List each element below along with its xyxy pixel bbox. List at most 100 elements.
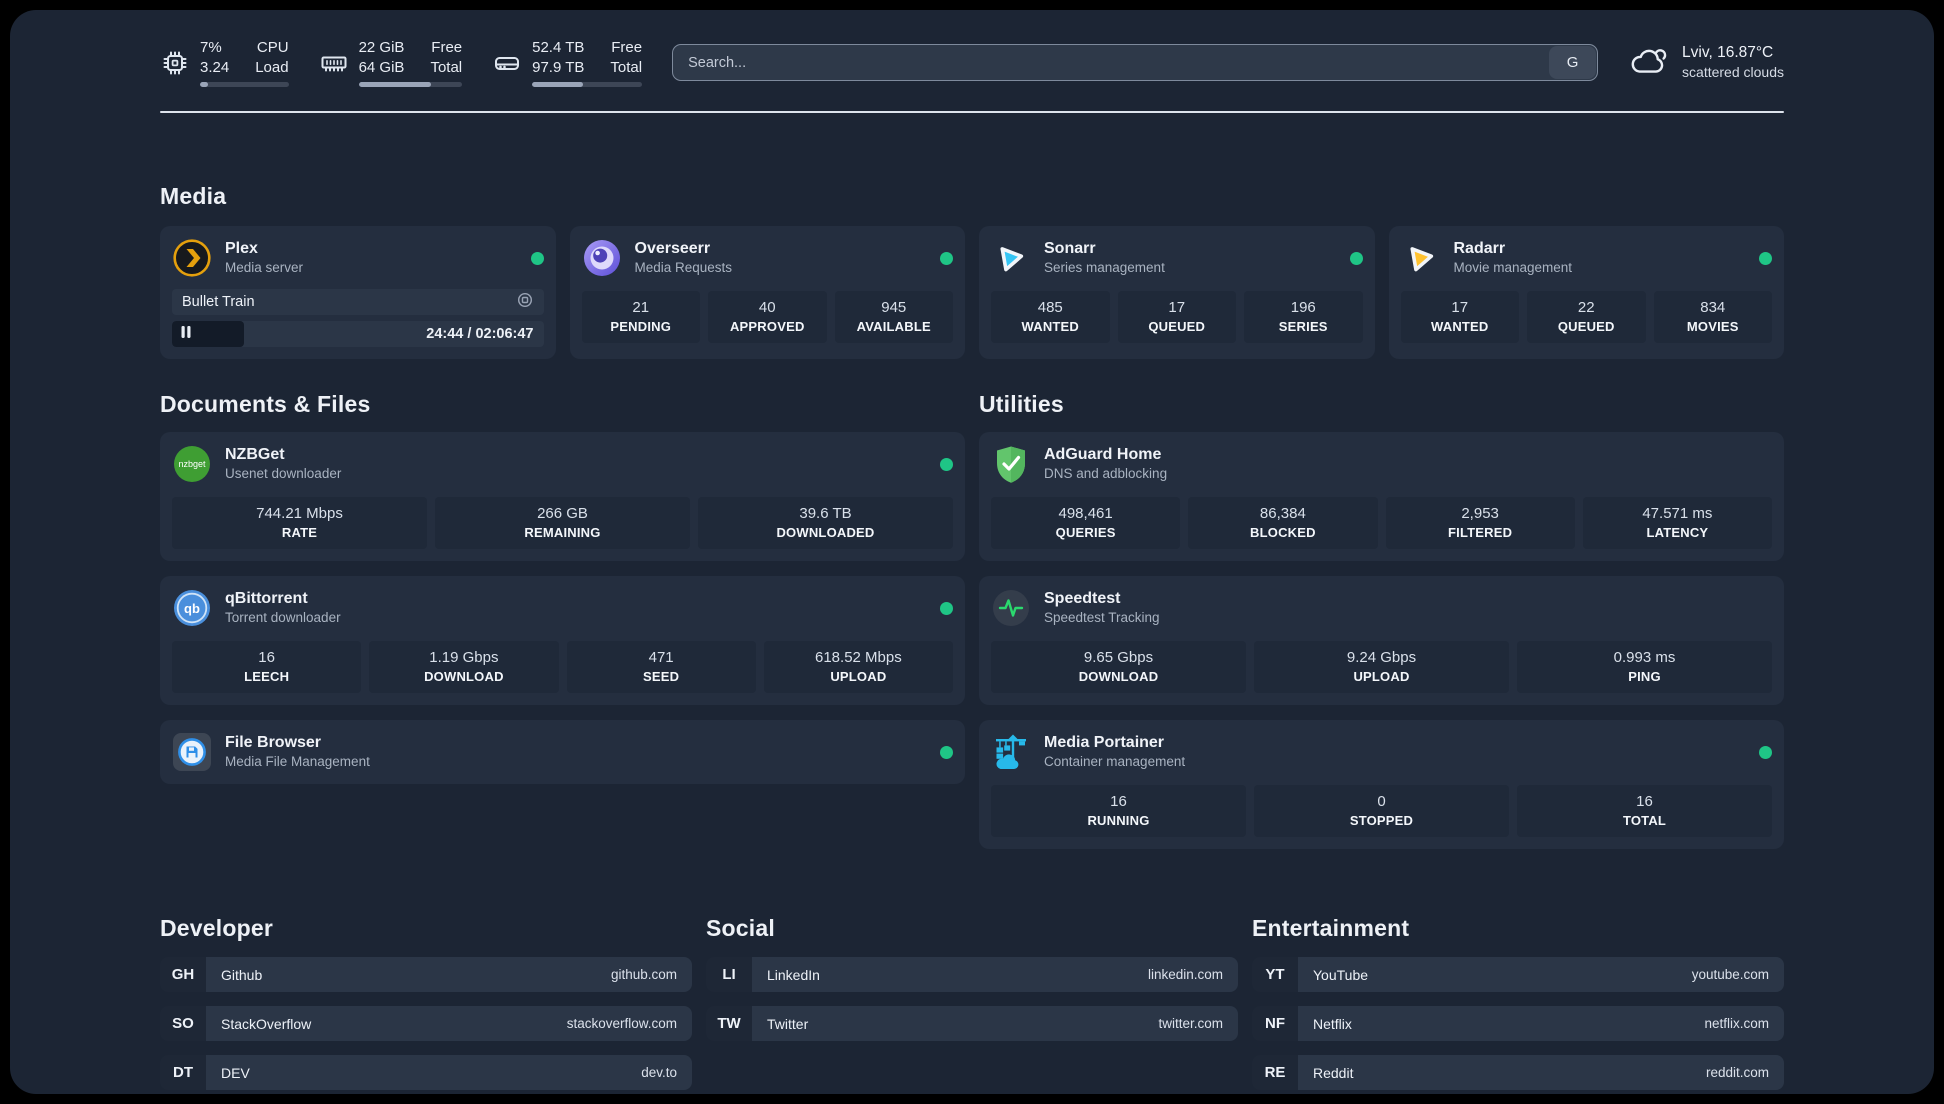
- bookmark-url: github.com: [610, 967, 677, 982]
- bookmark-abbr-badge: DT: [160, 1055, 206, 1090]
- stat-box: 744.21 Mbps RATE: [172, 497, 427, 549]
- app-card-qbittorrent[interactable]: qb qBittorrent Torrent downloader 16 LEE…: [160, 576, 965, 705]
- section-title-entertainment: Entertainment: [1252, 915, 1410, 941]
- memory-progressbar: [358, 82, 463, 87]
- cloud-icon: [1628, 39, 1670, 86]
- stat-value: 471: [648, 649, 674, 666]
- stat-value: 39.6 TB: [799, 505, 852, 522]
- playback-progress-fill: [172, 321, 245, 347]
- app-card-sonarr[interactable]: Sonarr Series management 485 WANTED 17 Q…: [979, 226, 1375, 359]
- app-card-radarr[interactable]: Radarr Movie management 17 WANTED 22 QUE…: [1388, 226, 1784, 359]
- stat-label: LEECH: [244, 669, 290, 684]
- app-card-portainer[interactable]: Media Portainer Container management 16 …: [979, 720, 1784, 849]
- memory-total-label: Total: [430, 58, 463, 76]
- status-dot: [1349, 251, 1363, 265]
- section-documents: Documents & Files nzbget NZBGet Usenet d…: [160, 391, 965, 784]
- bookmark-abbr-badge: RE: [1252, 1055, 1298, 1090]
- bookmark-link[interactable]: DT DEV dev.to: [160, 1055, 692, 1090]
- app-name: AdGuard Home: [1044, 446, 1162, 464]
- disk-progressbar: [532, 82, 643, 87]
- plex-icon: [172, 238, 212, 278]
- bookmark-link[interactable]: TW Twitter twitter.com: [706, 1006, 1238, 1041]
- sonarr-icon: [991, 238, 1031, 278]
- stat-value: 47.571 ms: [1642, 505, 1713, 522]
- stat-label: BLOCKED: [1250, 525, 1316, 540]
- search-engine-button[interactable]: G: [1549, 46, 1597, 79]
- weather-widget: Lviv, 16.87°C scattered clouds: [1628, 39, 1784, 86]
- stat-value: 196: [1290, 299, 1316, 316]
- disk-total-label: Total: [610, 58, 643, 76]
- app-card-nzbget[interactable]: nzbget NZBGet Usenet downloader 744.21 M…: [160, 432, 965, 561]
- bookmark-url: netflix.com: [1704, 1016, 1769, 1031]
- status-dot: [940, 601, 953, 615]
- bookmark-name: Github: [221, 966, 263, 983]
- stat-box: 618.52 Mbps UPLOAD: [763, 641, 953, 693]
- stat-value: 22: [1577, 299, 1595, 316]
- bookmark-abbr-badge: NF: [1252, 1006, 1298, 1041]
- stat-box: 498,461 QUERIES: [991, 497, 1181, 549]
- section-title-utilities: Utilities: [979, 391, 1064, 417]
- stat-box: 266 GB REMAINING: [435, 497, 690, 549]
- search-input[interactable]: [673, 45, 1549, 80]
- bookmark-link[interactable]: GH Github github.com: [160, 957, 692, 992]
- status-dot: [940, 745, 953, 759]
- cpu-load-value: 3.24: [200, 58, 230, 76]
- stat-box: 40 APPROVED: [708, 291, 827, 343]
- disk-total-value: 97.9 TB: [532, 58, 585, 76]
- bookmark-group-social: Social LI LinkedIn linkedin.com TW Twitt…: [706, 915, 1238, 1041]
- weather-location-temp: Lviv, 16.87°C: [1682, 44, 1774, 62]
- disk-widget: 52.4 TB 97.9 TB Free Total: [492, 38, 643, 87]
- bookmark-link[interactable]: RE Reddit reddit.com: [1252, 1055, 1784, 1090]
- bookmark-link[interactable]: LI LinkedIn linkedin.com: [706, 957, 1238, 992]
- bookmark-abbr-badge: SO: [160, 1006, 206, 1041]
- stat-value: 485: [1037, 299, 1063, 316]
- app-card-filebrowser[interactable]: File Browser Media File Management: [160, 720, 965, 784]
- bookmark-url: linkedin.com: [1147, 967, 1223, 982]
- stat-box: 0 STOPPED: [1254, 785, 1509, 837]
- stat-value: 17: [1451, 299, 1469, 316]
- app-card-plex[interactable]: Plex Media server Bullet Train 24:44 / 0…: [160, 226, 556, 359]
- app-card-adguard[interactable]: AdGuard Home DNS and adblocking 498,461 …: [979, 432, 1784, 561]
- memory-total-value: 64 GiB: [358, 58, 405, 76]
- cpu-load-label: Load: [255, 58, 289, 76]
- status-dot: [1759, 251, 1772, 265]
- bookmark-body: StackOverflow stackoverflow.com: [206, 1006, 692, 1041]
- portainer-icon: [991, 732, 1031, 772]
- stat-label: LATENCY: [1646, 525, 1709, 540]
- bookmark-link[interactable]: SO StackOverflow stackoverflow.com: [160, 1006, 692, 1041]
- memory-free-label: Free: [431, 39, 463, 56]
- bookmark-body: Reddit reddit.com: [1298, 1055, 1784, 1090]
- bookmark-url: youtube.com: [1691, 967, 1769, 982]
- app-name: Media Portainer: [1044, 734, 1165, 752]
- stat-value: 498,461: [1058, 505, 1113, 522]
- stat-box: 39.6 TB DOWNLOADED: [698, 497, 953, 549]
- bookmark-body: Netflix netflix.com: [1298, 1006, 1784, 1041]
- app-name: qBittorrent: [225, 590, 308, 608]
- stat-label: RUNNING: [1087, 813, 1150, 828]
- disk-progress-fill: [532, 82, 583, 87]
- stat-value: 266 GB: [537, 505, 588, 522]
- app-card-overseerr[interactable]: Overseerr Media Requests 21 PENDING 40 A…: [569, 226, 965, 359]
- stat-value: 40: [758, 299, 776, 316]
- app-name: Sonarr: [1044, 240, 1096, 258]
- bookmark-abbr-badge: LI: [706, 957, 752, 992]
- playback-progressbar[interactable]: 24:44 / 02:06:47: [172, 321, 544, 347]
- stat-box: 9.65 Gbps DOWNLOAD: [991, 641, 1246, 693]
- stat-label: SEED: [643, 669, 680, 684]
- stats-row: 16 LEECH 1.19 Gbps DOWNLOAD 471 SEED 618…: [172, 641, 953, 693]
- app-name: NZBGet: [225, 446, 285, 464]
- app-card-speedtest[interactable]: Speedtest Speedtest Tracking 9.65 Gbps D…: [979, 576, 1784, 705]
- cpu-usage-value: 7%: [200, 39, 222, 56]
- stats-row: 21 PENDING 40 APPROVED 945 AVAILABLE: [581, 291, 953, 343]
- bookmark-link[interactable]: YT YouTube youtube.com: [1252, 957, 1784, 992]
- bookmark-link[interactable]: NF Netflix netflix.com: [1252, 1006, 1784, 1041]
- status-dot: [940, 457, 953, 471]
- stat-value: 9.24 Gbps: [1346, 649, 1417, 666]
- stat-box: 16 TOTAL: [1517, 785, 1772, 837]
- app-name: Overseerr: [634, 240, 711, 258]
- stat-label: DOWNLOAD: [1078, 669, 1159, 684]
- stat-label: QUEUED: [1148, 319, 1206, 334]
- app-description: Media Requests: [634, 260, 733, 276]
- app-description: Movie management: [1453, 260, 1573, 276]
- stat-value: 618.52 Mbps: [815, 649, 902, 666]
